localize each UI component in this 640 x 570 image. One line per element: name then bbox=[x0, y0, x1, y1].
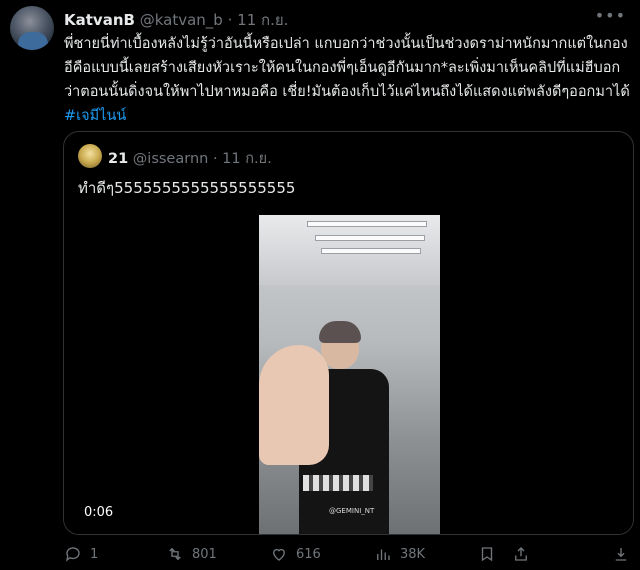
reply-icon bbox=[65, 547, 80, 562]
video-player[interactable]: @GEMINI_NT 0:06 bbox=[64, 215, 633, 534]
video-timestamp: 0:06 bbox=[78, 503, 120, 522]
hashtag-link[interactable]: #เจมีไนน์ bbox=[64, 108, 126, 124]
video-watermark: @GEMINI_NT bbox=[329, 507, 375, 515]
bookmark-button[interactable] bbox=[478, 545, 496, 563]
tweet-text: พี่ชายนี่ท่าเบื้องหลังไม่รู้ว่าอันนี้หรื… bbox=[64, 32, 630, 128]
quote-text: ทำดีๆ5555555555555555555 bbox=[78, 179, 296, 197]
reply-count: 1 bbox=[90, 546, 99, 562]
reply-button[interactable]: 1 bbox=[64, 545, 98, 563]
tweet-header: KatvanB @katvan_b · 11 ก.ย. bbox=[64, 8, 288, 32]
ceiling bbox=[259, 215, 440, 285]
bookmark-icon bbox=[481, 547, 493, 562]
like-count: 616 bbox=[296, 546, 321, 562]
views-button[interactable]: 38K bbox=[374, 545, 425, 563]
retweet-icon bbox=[169, 547, 181, 561]
views-count: 38K bbox=[400, 546, 426, 562]
person-beanie bbox=[319, 321, 361, 343]
retweet-button[interactable]: 801 bbox=[166, 545, 217, 563]
ceiling-light bbox=[315, 235, 425, 241]
tweet-date[interactable]: 11 ก.ย. bbox=[237, 11, 288, 29]
quote-date[interactable]: 11 ก.ย. bbox=[222, 151, 272, 167]
more-icon[interactable]: ••• bbox=[595, 6, 626, 25]
retweet-count: 801 bbox=[192, 546, 217, 562]
download-icon bbox=[615, 548, 627, 561]
like-icon bbox=[273, 548, 285, 561]
quote-header-separator: · bbox=[212, 151, 218, 167]
author-name[interactable]: KatvanB bbox=[64, 11, 135, 29]
share-icon bbox=[515, 547, 527, 561]
author-handle[interactable]: @katvan_b bbox=[140, 11, 223, 29]
ceiling-light bbox=[307, 221, 427, 227]
hand bbox=[259, 345, 329, 465]
download-button[interactable] bbox=[612, 545, 630, 563]
header-separator: · bbox=[227, 11, 233, 29]
action-bar: 1 801 616 38K bbox=[0, 545, 640, 570]
tweet-body: พี่ชายนี่ท่าเบื้องหลังไม่รู้ว่าอันนี้หรื… bbox=[64, 36, 630, 100]
quote-header: 21 @issearnn · 11 ก.ย. bbox=[108, 147, 272, 170]
share-button[interactable] bbox=[512, 545, 530, 563]
quote-author-name[interactable]: 21 bbox=[108, 151, 128, 167]
views-icon bbox=[377, 549, 390, 560]
sweater-pattern bbox=[303, 475, 373, 491]
ceiling-light bbox=[321, 248, 421, 254]
author-avatar[interactable] bbox=[10, 6, 54, 50]
video-frame: @GEMINI_NT bbox=[259, 215, 440, 534]
quoted-tweet[interactable]: 21 @issearnn · 11 ก.ย. ทำดีๆ555555555555… bbox=[63, 131, 634, 535]
quote-author-handle[interactable]: @issearnn bbox=[133, 151, 209, 167]
like-button[interactable]: 616 bbox=[270, 545, 321, 563]
quote-author-avatar[interactable] bbox=[78, 144, 102, 168]
